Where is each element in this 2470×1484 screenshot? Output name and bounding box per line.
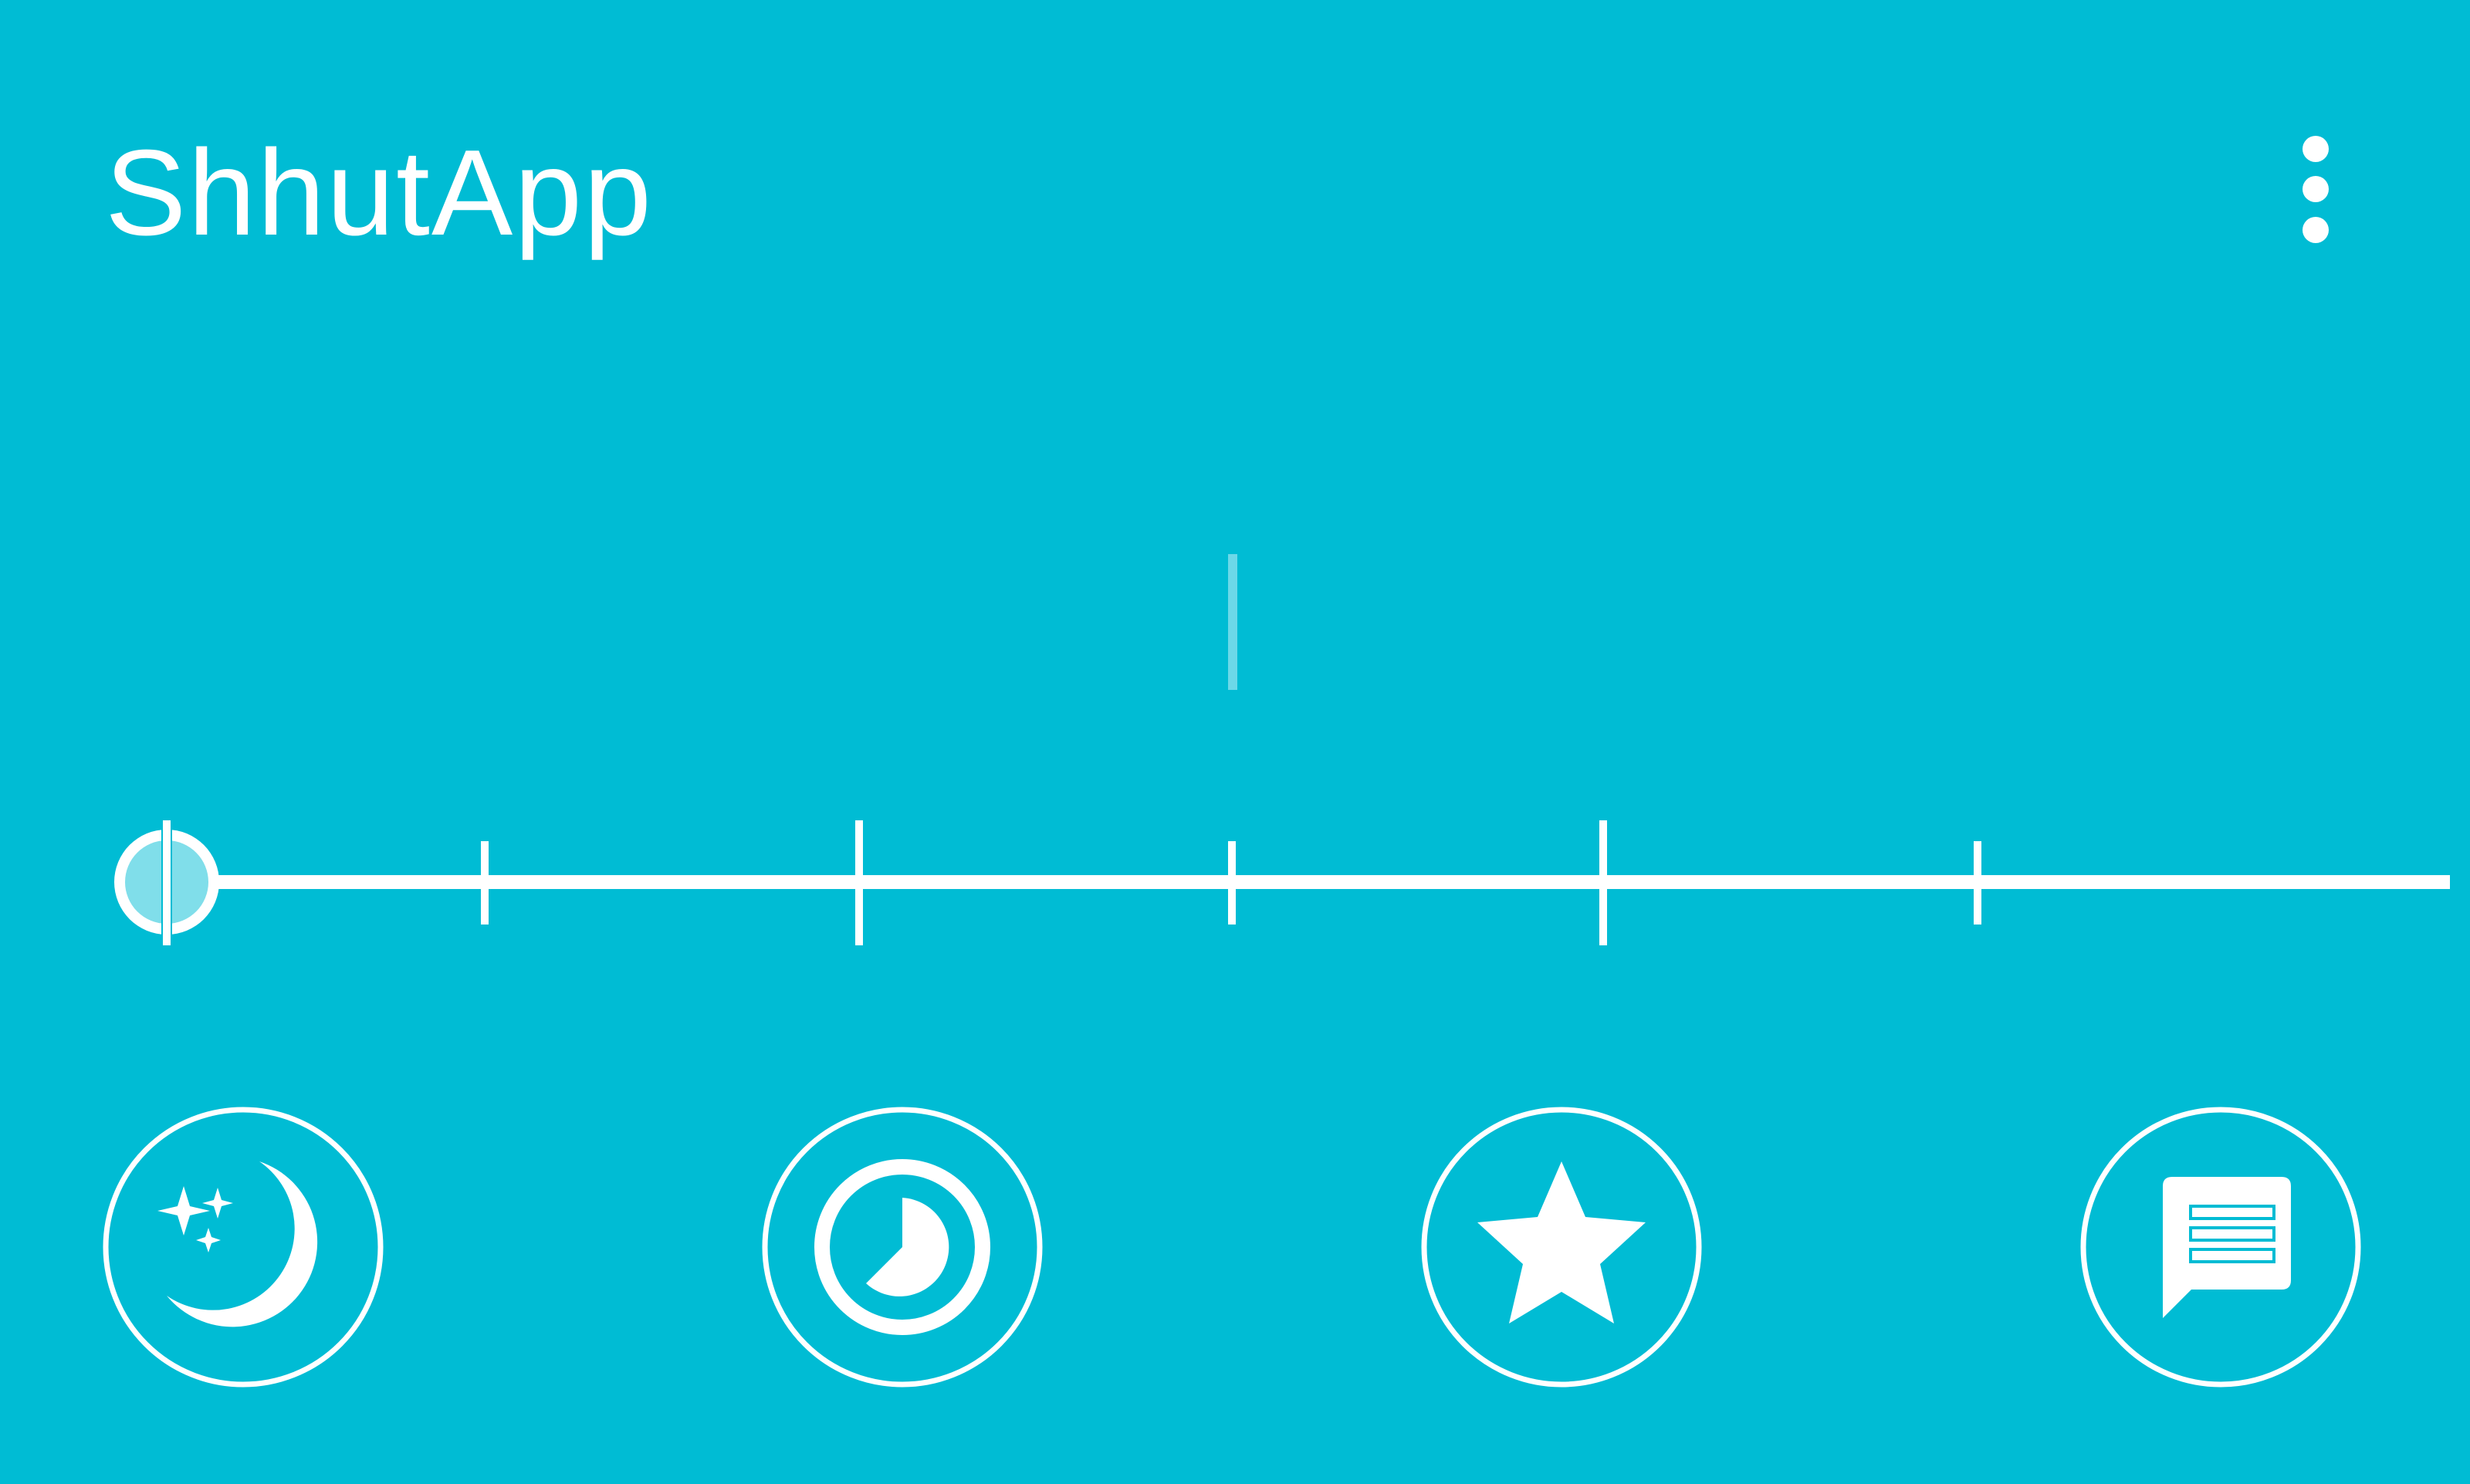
slider-tick — [1974, 841, 1981, 925]
feedback-button[interactable] — [2079, 1106, 2362, 1388]
volume-slider[interactable] — [93, 525, 2450, 988]
slider-tick — [855, 820, 863, 945]
app-title: ShhutApp — [105, 125, 654, 261]
more-vert-icon — [2303, 136, 2329, 243]
slider-tick — [481, 841, 489, 925]
slider-tick — [1228, 841, 1236, 925]
slider-ghost-marker — [1228, 554, 1237, 690]
star-icon — [1477, 1161, 1646, 1323]
slider-tick — [1599, 820, 1607, 945]
overflow-menu-button[interactable] — [2285, 123, 2346, 262]
sleep-mode-button[interactable] — [102, 1106, 384, 1388]
message-icon — [2163, 1177, 2291, 1318]
moon-stars-icon — [157, 1161, 318, 1327]
app-screen: ShhutApp — [0, 0, 2470, 1484]
timer-button[interactable] — [761, 1106, 1044, 1388]
slider-track[interactable] — [216, 875, 2450, 889]
slider-thumb[interactable] — [114, 820, 219, 945]
favorites-button[interactable] — [1420, 1106, 1703, 1388]
timer-icon — [814, 1159, 990, 1335]
